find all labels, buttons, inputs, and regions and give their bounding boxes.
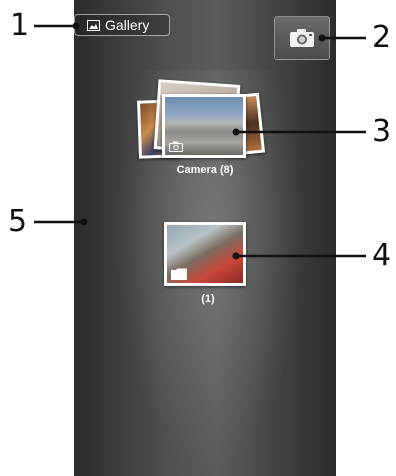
callout-4: 4 <box>372 238 392 273</box>
callout-3: 3 <box>372 114 392 149</box>
callout-2: 2 <box>372 20 392 55</box>
callout-1: 1 <box>10 8 30 43</box>
callout-5: 5 <box>8 204 28 239</box>
callout-lines <box>34 22 366 260</box>
